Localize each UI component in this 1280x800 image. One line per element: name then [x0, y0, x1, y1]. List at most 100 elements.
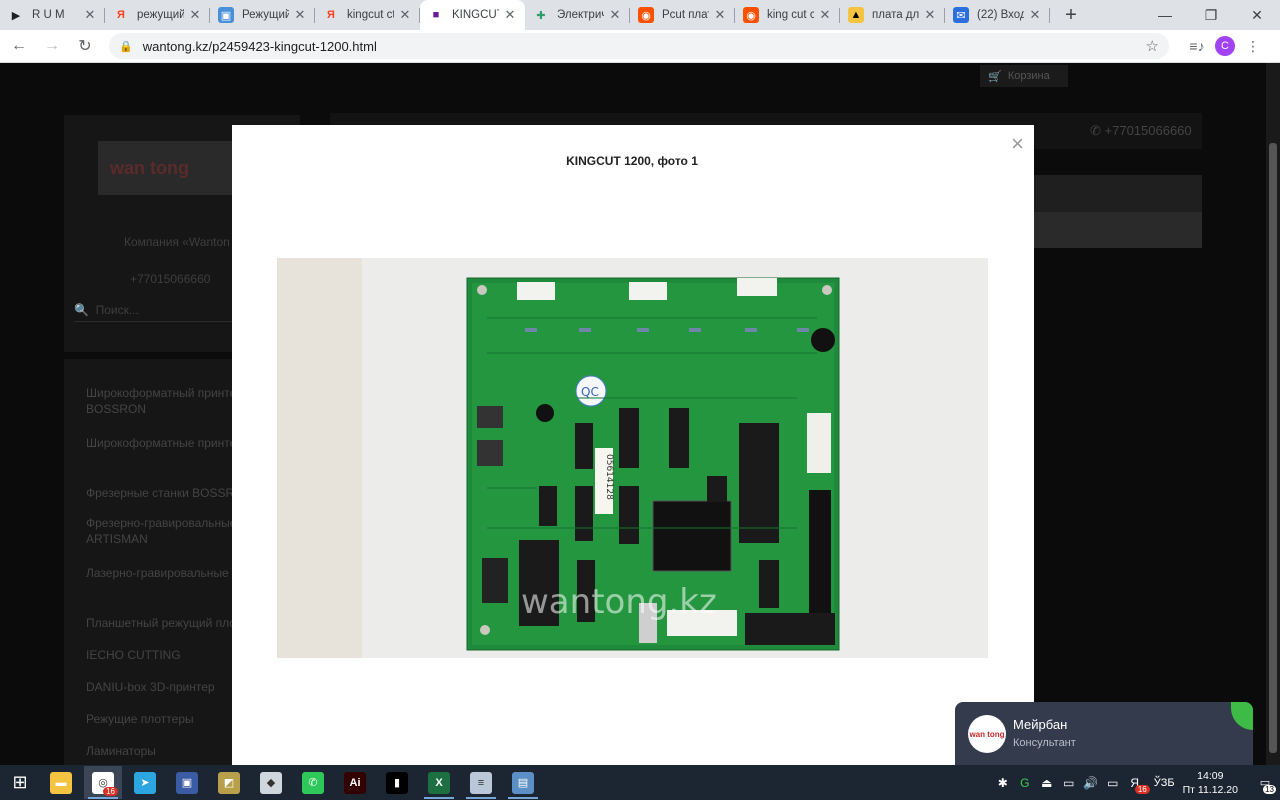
tab-close-icon[interactable]: ✕: [923, 7, 937, 23]
notification-center[interactable]: ▭ 13: [1250, 765, 1280, 800]
excel-icon: X: [428, 771, 450, 794]
menu-icon[interactable]: ⋮: [1239, 38, 1267, 55]
site-logo[interactable]: wan tong: [98, 141, 238, 195]
modal-close-button[interactable]: ×: [1011, 131, 1024, 157]
scrollbar-thumb[interactable]: [1269, 143, 1277, 753]
tab-close-icon[interactable]: ✕: [818, 7, 832, 23]
network-icon[interactable]: ▭: [1058, 776, 1080, 790]
tab-title: (22) Входя: [977, 9, 1024, 21]
media-queue-icon[interactable]: ≡♪: [1183, 38, 1211, 54]
company-name: Компания «Wanton: [124, 235, 230, 249]
profile-avatar[interactable]: C: [1215, 36, 1235, 56]
bluetooth-icon[interactable]: ✱: [992, 776, 1014, 790]
taskbar-app-phone-link[interactable]: ✆: [294, 766, 332, 799]
photo-viewer-icon: ◩: [218, 771, 240, 794]
save-disk-icon: ▣: [176, 771, 198, 794]
volume-icon[interactable]: 🔊: [1080, 776, 1102, 790]
tab-close-icon[interactable]: ✕: [188, 7, 202, 23]
tab-close-icon[interactable]: ✕: [608, 7, 622, 23]
consultant-avatar: wan tong: [968, 715, 1006, 753]
taskbar-app-save-disk[interactable]: ▣: [168, 766, 206, 799]
paint-icon: ◆: [260, 771, 282, 794]
browser-tab[interactable]: ✉ (22) Входя ✕: [945, 0, 1050, 30]
tab-title: KINGCUT: [452, 9, 499, 21]
start-button[interactable]: ⊞: [0, 765, 40, 800]
restore-button[interactable]: ❐: [1188, 0, 1234, 30]
tab-title: Режущий: [242, 9, 289, 21]
clock-time: 14:09: [1197, 769, 1224, 782]
new-tab-button[interactable]: +: [1056, 0, 1086, 30]
taskbar-app-photo-viewer[interactable]: ◩: [210, 766, 248, 799]
telegram-icon: ➤: [134, 771, 156, 794]
tab-close-icon[interactable]: ✕: [83, 7, 97, 23]
back-button[interactable]: ←: [5, 32, 33, 60]
clock[interactable]: 14:09 Пт 11.12.20: [1183, 769, 1238, 797]
left-phone[interactable]: +77015066660: [130, 272, 210, 286]
right-phone[interactable]: ✆ +77015066660: [1090, 123, 1192, 139]
input-language[interactable]: ЎЗБ: [1154, 777, 1175, 789]
green-app-icon[interactable]: G: [1014, 776, 1036, 790]
terminal-icon: ▮: [386, 771, 408, 794]
taskbar-app-chrome[interactable]: ◎ 16: [84, 766, 122, 799]
cart-label: Корзина: [1007, 70, 1050, 82]
browser-tab[interactable]: ■ KINGCUT ✕: [420, 0, 525, 30]
phone-link-icon: ✆: [302, 771, 324, 794]
tab-favicon-icon: Я: [327, 9, 335, 21]
file-explorer-icon: ▬: [50, 771, 72, 794]
lock-icon: 🔒: [119, 40, 133, 53]
cart-button[interactable]: 🛒 Корзина: [980, 65, 1068, 87]
browser-tab[interactable]: Ярежущий ✕: [105, 0, 210, 30]
taskbar-app-paint[interactable]: ◆: [252, 766, 290, 799]
tab-close-icon[interactable]: ✕: [293, 7, 307, 23]
tab-favicon-icon: ✚: [536, 9, 546, 22]
browser-toolbar: ← → ↻ 🔒 wantong.kz/p2459423-kingcut-1200…: [0, 30, 1280, 63]
reload-button[interactable]: ↻: [71, 32, 99, 60]
tab-favicon-icon: ▶: [11, 9, 21, 22]
qc-sticker: QC: [581, 385, 599, 399]
browser-tab[interactable]: ▣ Режущий ✕: [210, 0, 315, 30]
minimize-button[interactable]: —: [1142, 0, 1188, 30]
taskbar-app-illustrator[interactable]: Ai: [336, 766, 374, 799]
tab-title: Pcut плата: [662, 9, 709, 21]
taskbar-app-terminal[interactable]: ▮: [378, 766, 416, 799]
taskbar-app-explorer-window[interactable]: ▤: [504, 766, 542, 799]
browser-tab[interactable]: ◉ king cut ct ✕: [735, 0, 840, 30]
product-photo[interactable]: QC 05614128 wantong.kz: [277, 258, 988, 658]
tab-title: Электрич: [557, 9, 604, 21]
tab-close-icon[interactable]: ✕: [1028, 7, 1042, 23]
tab-close-icon[interactable]: ✕: [713, 7, 727, 23]
tab-favicon-icon: ◉: [743, 7, 759, 23]
consultant-role: Консультант: [1013, 737, 1076, 749]
address-bar[interactable]: 🔒 wantong.kz/p2459423-kingcut-1200.html …: [109, 33, 1169, 59]
taskbar-app-notepad[interactable]: ≡: [462, 766, 500, 799]
notepad-icon: ≡: [470, 771, 492, 794]
serial-label: 05614128: [604, 454, 614, 500]
tab-close-icon[interactable]: ✕: [503, 7, 517, 23]
tab-title: режущий: [137, 9, 184, 21]
taskbar-app-file-explorer[interactable]: ▬: [42, 766, 80, 799]
close-window-button[interactable]: ✕: [1234, 0, 1280, 30]
browser-tab[interactable]: Яkingcut ct ✕: [315, 0, 420, 30]
tab-title: R U M: [32, 9, 65, 21]
tab-favicon-icon: ▣: [218, 7, 234, 23]
browser-tab[interactable]: ✚ Электрич ✕: [525, 0, 630, 30]
taskbar-app-telegram[interactable]: ➤: [126, 766, 164, 799]
tab-close-icon[interactable]: ✕: [398, 7, 412, 23]
notification-count: 13: [1263, 785, 1276, 794]
tab-title: king cut ct: [767, 9, 814, 21]
yandex-tray-icon[interactable]: Я 16: [1124, 776, 1150, 794]
chat-widget[interactable]: wan tong Мейрбан Консультант: [955, 702, 1253, 765]
illustrator-icon: Ai: [344, 771, 366, 794]
tab-favicon-icon: ◉: [638, 7, 654, 23]
usb-icon[interactable]: ⏏: [1036, 776, 1058, 790]
browser-tab[interactable]: ▲ плата для ✕: [840, 0, 945, 30]
taskbar-app-excel[interactable]: X: [420, 766, 458, 799]
browser-tab[interactable]: ◉ Pcut плата ✕: [630, 0, 735, 30]
battery-icon[interactable]: ▭: [1102, 776, 1124, 790]
tab-title: kingcut ct: [347, 9, 394, 21]
page-scrollbar[interactable]: [1266, 63, 1280, 765]
forward-button[interactable]: →: [38, 32, 66, 60]
bookmark-star-icon[interactable]: ☆: [1146, 37, 1159, 55]
tab-favicon-icon: ■: [432, 9, 440, 21]
browser-tab[interactable]: ▶ R U M ✕: [0, 0, 105, 30]
